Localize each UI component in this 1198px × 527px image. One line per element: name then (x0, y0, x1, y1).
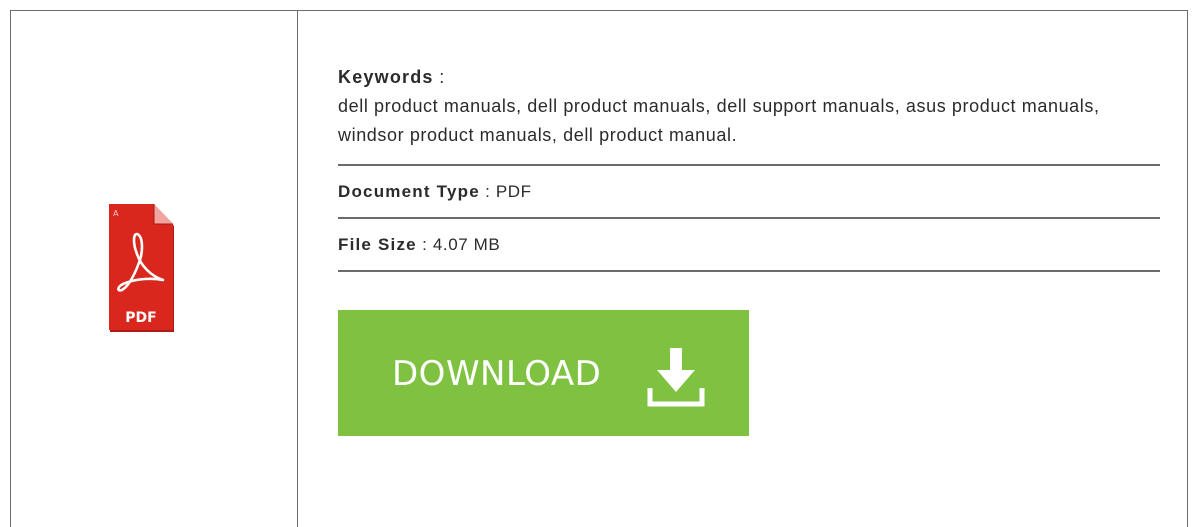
document-type-value: PDF (495, 182, 532, 201)
icon-column: A PDF (11, 11, 298, 527)
download-label: DOWNLOAD (392, 354, 602, 394)
file-size-row: File Size : 4.07 MB (338, 219, 1160, 270)
file-size-value: 4.07 MB (432, 235, 501, 254)
keywords-section: Keywords : dell product manuals, dell pr… (338, 63, 1160, 164)
keywords-separator: : (433, 67, 445, 87)
details-content: Keywords : dell product manuals, dell pr… (338, 63, 1160, 436)
file-size-separator: : (416, 235, 433, 254)
download-button[interactable]: DOWNLOAD (338, 310, 749, 436)
document-type-row: Document Type : PDF (338, 166, 1160, 217)
details-column: Keywords : dell product manuals, dell pr… (298, 11, 1187, 527)
document-type-separator: : (479, 182, 496, 201)
pdf-icon-label: PDF (125, 310, 156, 326)
keywords-label: Keywords (338, 67, 434, 87)
file-size-label: File Size (338, 235, 417, 254)
document-type-label: Document Type (338, 182, 480, 201)
pdf-file-icon: A PDF (109, 204, 174, 332)
document-card: A PDF Keywords : dell product manuals, d… (10, 10, 1188, 527)
download-arrow-icon (647, 348, 705, 407)
keywords-value: dell product manuals, dell product manua… (338, 96, 1100, 145)
divider (338, 270, 1160, 272)
svg-text:A: A (113, 209, 119, 218)
